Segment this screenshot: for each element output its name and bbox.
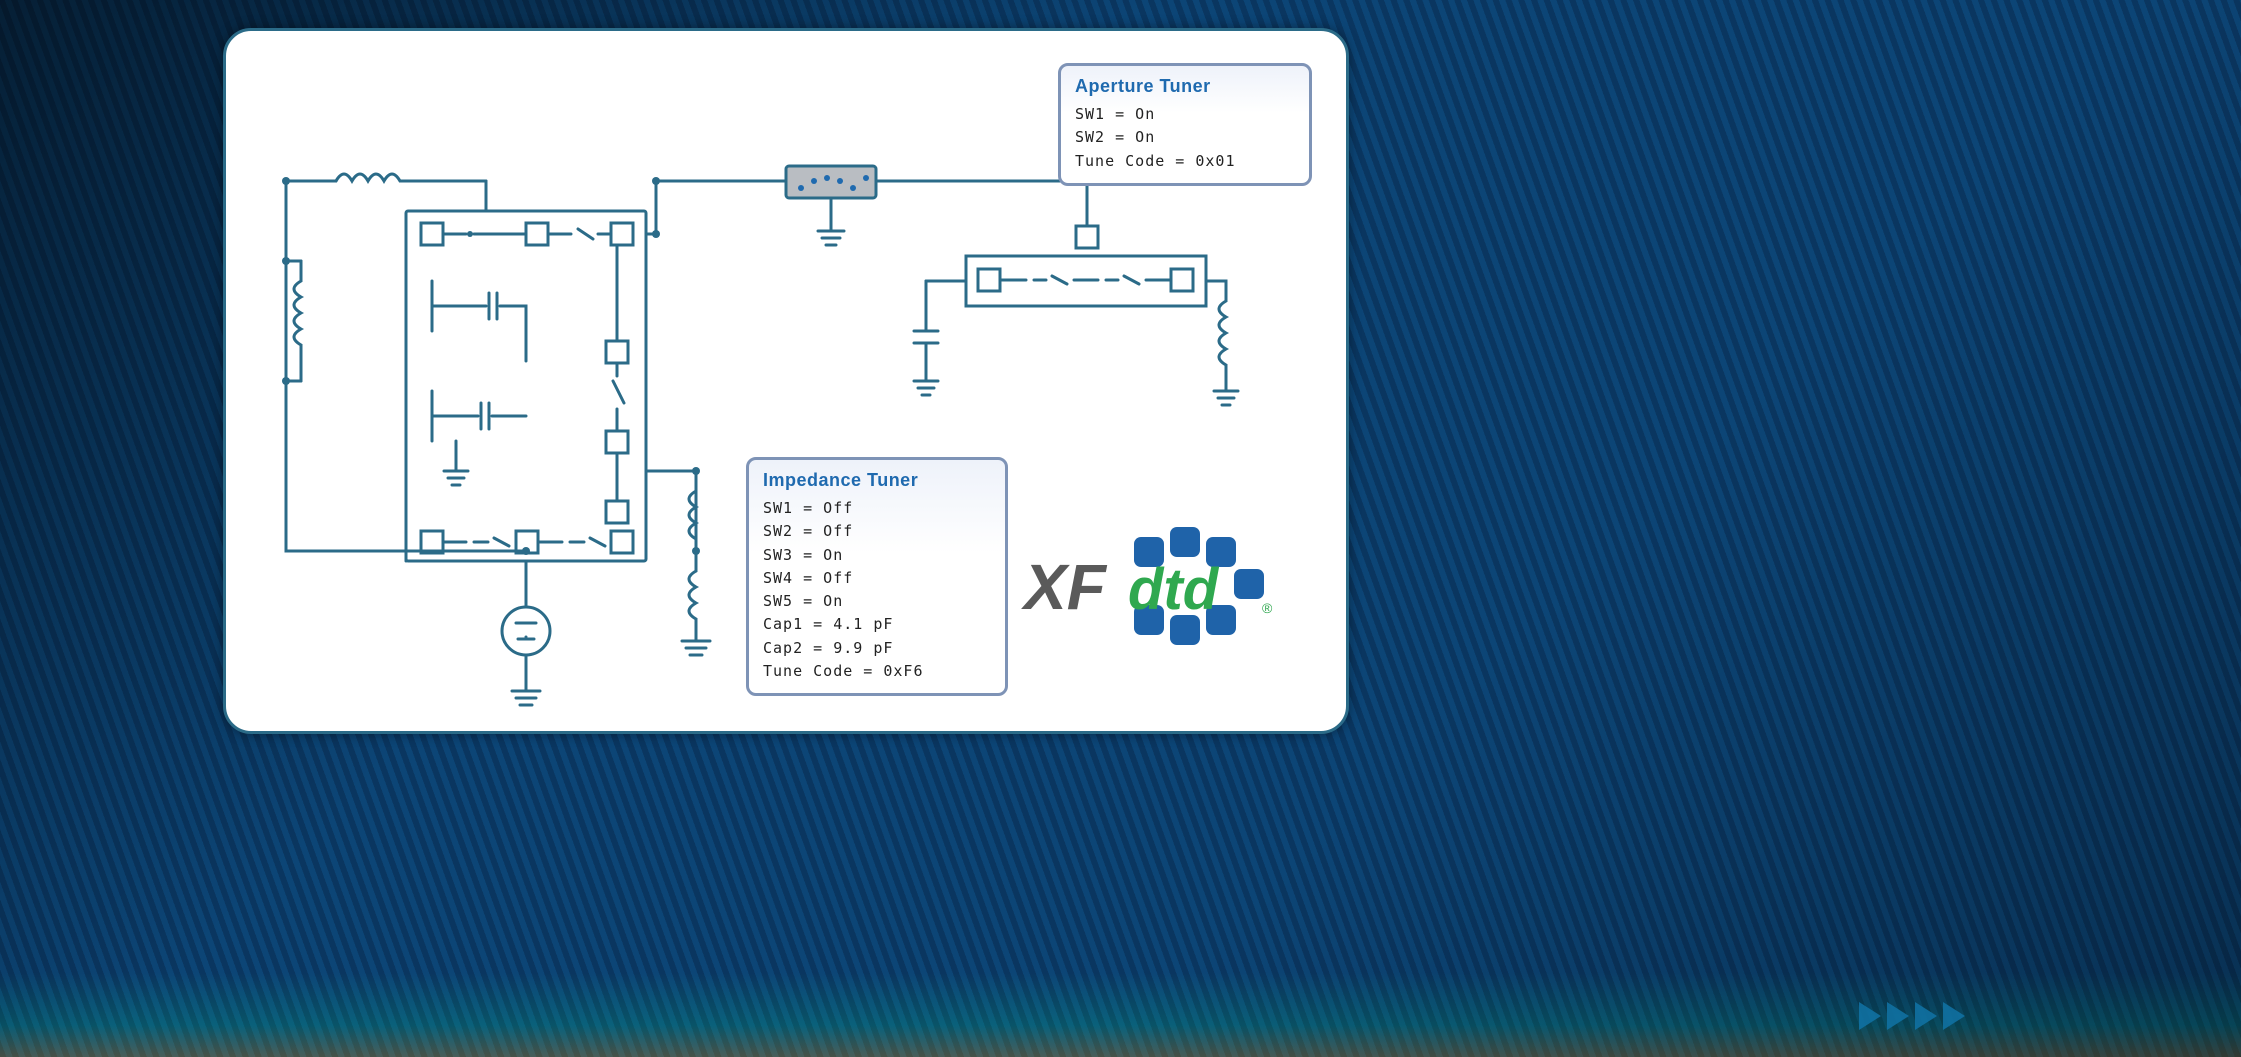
aperture-tuner-rows: SW1 = OnSW2 = OnTune Code = 0x01 xyxy=(1075,103,1295,173)
impedance-tuner-box: Impedance Tuner SW1 = OffSW2 = OffSW3 = … xyxy=(746,457,1008,696)
tuner-row: Cap2 = 9.9 pF xyxy=(763,637,991,660)
tuner-row: Tune Code = 0xF6 xyxy=(763,660,991,683)
diagram-panel: .w{stroke:#2b6b88;stroke-width:3;fill:no… xyxy=(223,28,1349,734)
tuner-row: SW4 = Off xyxy=(763,567,991,590)
logo-text-xf: XF xyxy=(1021,551,1108,623)
tuner-row: SW5 = On xyxy=(763,590,991,613)
tuner-row: SW1 = On xyxy=(1075,103,1295,126)
tuner-row: SW1 = Off xyxy=(763,497,991,520)
impedance-tuner-rows: SW1 = OffSW2 = OffSW3 = OnSW4 = OffSW5 =… xyxy=(763,497,991,683)
impedance-tuner-title: Impedance Tuner xyxy=(763,470,991,491)
logo-text-dtd: dtd xyxy=(1128,557,1220,622)
tuner-row: Cap1 = 4.1 pF xyxy=(763,613,991,636)
decorative-arrows xyxy=(1859,1002,1971,1035)
aperture-tuner-box: Aperture Tuner SW1 = OnSW2 = OnTune Code… xyxy=(1058,63,1312,186)
aperture-tuner-title: Aperture Tuner xyxy=(1075,76,1295,97)
tuner-row: SW3 = On xyxy=(763,544,991,567)
tuner-row: SW2 = Off xyxy=(763,520,991,543)
tuner-row: Tune Code = 0x01 xyxy=(1075,150,1295,173)
tuner-row: SW2 = On xyxy=(1075,126,1295,149)
xfdtd-logo: XF dtd ® xyxy=(1016,501,1276,661)
logo-registered: ® xyxy=(1262,600,1273,616)
